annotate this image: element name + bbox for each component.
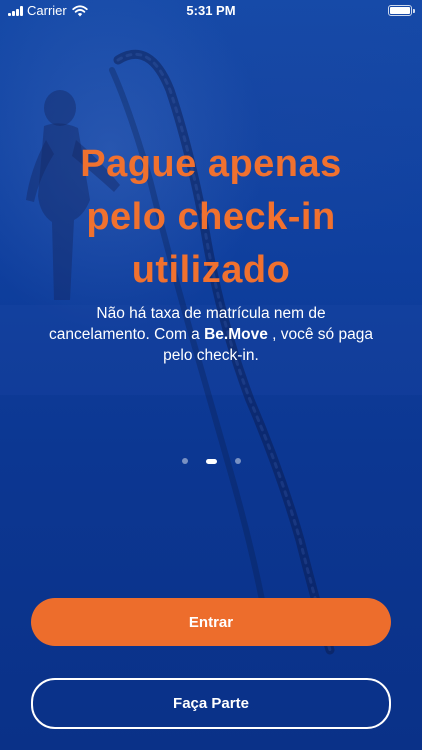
page-dot-active[interactable] bbox=[205, 458, 217, 464]
onboarding-headline: Pague apenas pelo check-in utilizado bbox=[20, 138, 402, 297]
login-button[interactable]: Entrar bbox=[31, 598, 391, 646]
battery-icon bbox=[388, 5, 415, 16]
page-indicator bbox=[0, 458, 422, 464]
status-bar: Carrier 5:31 PM bbox=[0, 0, 422, 22]
status-time: 5:31 PM bbox=[186, 3, 236, 18]
brand-name: Be.Move bbox=[204, 326, 268, 343]
description-line: Não há taxa de matrícula nem de bbox=[96, 305, 326, 322]
signup-button-label: Faça Parte bbox=[173, 695, 249, 712]
description-text: cancelamento. Com a bbox=[49, 326, 205, 343]
headline-line: pelo check-in bbox=[86, 196, 336, 238]
login-button-label: Entrar bbox=[188, 613, 234, 631]
signup-button[interactable]: Faça Parte bbox=[31, 678, 391, 729]
onboarding-screen: Carrier 5:31 PM Pague apenas pelo check-… bbox=[0, 0, 422, 750]
description-line: pelo check-in. bbox=[163, 347, 259, 364]
headline-line: Pague apenas bbox=[80, 143, 342, 185]
onboarding-description: Não há taxa de matrícula nem de cancelam… bbox=[20, 303, 402, 366]
description-text: , você só paga bbox=[267, 326, 373, 343]
description-line: cancelamento. Com a Be.Move , você só pa… bbox=[20, 324, 402, 345]
headline-line: utilizado bbox=[131, 249, 291, 291]
page-dot[interactable] bbox=[181, 458, 188, 464]
page-dot[interactable] bbox=[234, 458, 241, 464]
